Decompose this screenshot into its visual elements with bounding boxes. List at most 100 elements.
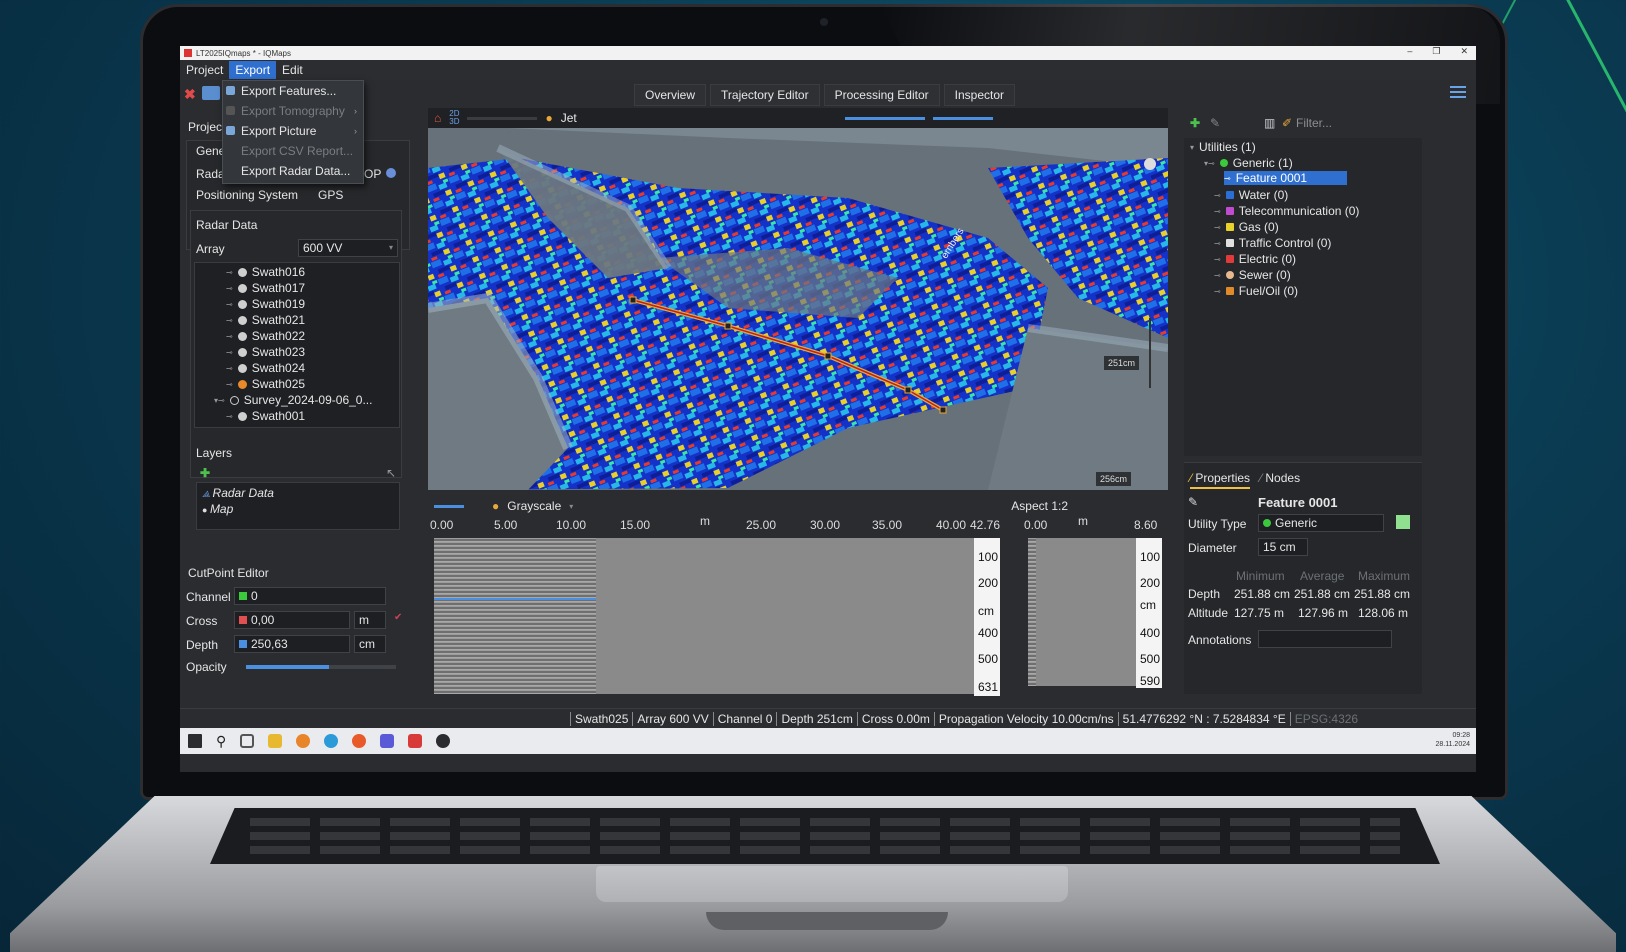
tab-overview[interactable]: Overview xyxy=(634,84,707,106)
status-cross: Cross 0.00m xyxy=(856,711,934,726)
add-utility-icon[interactable]: ✚ xyxy=(1190,116,1200,130)
tree-item-utilities[interactable]: ▾ Utilities (1) xyxy=(1190,140,1256,154)
positioning-label: Positioning System xyxy=(196,188,299,202)
clock[interactable]: 09:28 28.11.2024 xyxy=(1435,731,1470,749)
tree-item-telecommunication[interactable]: ⊸ Telecommunication (0) xyxy=(1214,204,1359,218)
tree-item-swath017[interactable]: ⊸ Swath017 xyxy=(226,281,305,295)
tree-item-swath022[interactable]: ⊸ Swath022 xyxy=(226,329,305,343)
tab-nodes[interactable]: ⁄ Nodes xyxy=(1260,471,1300,489)
maximize-button[interactable]: ❐ xyxy=(1432,46,1440,57)
key-row xyxy=(250,832,1400,840)
zoom-slider[interactable] xyxy=(844,116,925,120)
tree-item-gas[interactable]: ⊸ Gas (0) xyxy=(1214,220,1279,234)
array-select[interactable]: 600 VV ▾ xyxy=(298,239,398,257)
cross-unit-select[interactable]: m xyxy=(354,611,386,629)
tab-trajectory-editor[interactable]: Trajectory Editor xyxy=(710,84,820,106)
layer-item-radar-data[interactable]: ⟁ Radar Data xyxy=(202,486,274,500)
menu-export[interactable]: Export xyxy=(229,61,277,79)
tree-item-sewer[interactable]: ⊸ Sewer (0) xyxy=(1214,268,1291,282)
cutpoint-line[interactable] xyxy=(434,598,596,600)
start-icon[interactable] xyxy=(188,734,202,748)
tab-processing-editor[interactable]: Processing Editor xyxy=(823,84,940,106)
edit-icon[interactable]: ✎ xyxy=(1210,116,1220,130)
tree-item-swath025[interactable]: ⊸ Swath025 xyxy=(226,377,305,391)
view-mode-toggle[interactable]: 2D 3D xyxy=(449,110,459,126)
tree-item-feature-0001[interactable]: ⊸ Feature 0001 xyxy=(1224,171,1348,185)
export-picture-item[interactable]: Export Picture › xyxy=(223,121,363,141)
tree-item-swath021[interactable]: ⊸ Swath021 xyxy=(226,313,305,327)
app-icon[interactable] xyxy=(436,734,451,748)
menu-edit[interactable]: Edit xyxy=(276,61,309,79)
depth-unit-select[interactable]: cm xyxy=(354,635,386,653)
tree-item-electric[interactable]: ⊸ Electric (0) xyxy=(1214,252,1296,266)
colormap-select[interactable]: Jet xyxy=(561,111,577,125)
teams-icon[interactable] xyxy=(380,734,395,748)
tree-item-fuel-oil[interactable]: ⊸ Fuel/Oil (0) xyxy=(1214,284,1298,298)
tree-item-generic[interactable]: ▾⊸ Generic (1) xyxy=(1204,156,1293,170)
firefox-icon[interactable] xyxy=(352,734,367,748)
minimize-button[interactable]: – xyxy=(1407,46,1412,57)
utility-type-select[interactable]: Generic xyxy=(1258,514,1384,532)
diameter-input[interactable]: 15 cm xyxy=(1258,538,1308,556)
tree-item-survey[interactable]: ▾⊸ Survey_2024-09-06_0... xyxy=(214,393,372,407)
project-tab[interactable]: Projec xyxy=(188,120,222,134)
status-depth: Depth 251cm xyxy=(776,711,856,726)
contrast-slider[interactable] xyxy=(434,504,464,508)
check-icon[interactable]: ✔ xyxy=(394,612,402,623)
task-view-icon[interactable] xyxy=(240,734,255,748)
scale-label: 256cm xyxy=(1096,472,1132,486)
iqmaps-icon[interactable] xyxy=(408,734,423,748)
diameter-label: Diameter xyxy=(1188,541,1237,555)
tree-item-swath023[interactable]: ⊸ Swath023 xyxy=(226,345,305,359)
depth-min: 251.88 cm xyxy=(1234,587,1291,601)
opacity-slider[interactable] xyxy=(467,116,538,120)
tree-item-swath019[interactable]: ⊸ Swath019 xyxy=(226,297,305,311)
app-icon xyxy=(184,49,192,57)
annotations-input[interactable] xyxy=(1258,630,1392,648)
depth-max: 251.88 cm xyxy=(1354,587,1411,601)
general-tab[interactable]: Gene xyxy=(196,144,225,158)
map-3d-viewport[interactable]: 251cm 256cm ernbers xyxy=(428,128,1168,490)
tree-item-traffic-control[interactable]: ⊸ Traffic Control (0) xyxy=(1214,236,1331,250)
cross-section-data[interactable] xyxy=(1028,538,1036,686)
tree-item-swath001[interactable]: ⊸ Swath001 xyxy=(226,409,305,423)
add-layer-icon[interactable]: ✚ xyxy=(200,466,210,480)
info-icon[interactable] xyxy=(386,168,396,178)
menu-project[interactable]: Project xyxy=(180,61,229,79)
filter-input[interactable]: Filter... xyxy=(1296,116,1332,130)
home-icon[interactable]: ⌂ xyxy=(434,111,441,125)
app-icon[interactable] xyxy=(296,734,311,748)
hamburger-menu-icon[interactable] xyxy=(1450,86,1466,98)
cross-x-tick: 8.60 xyxy=(1134,518,1158,532)
cross-label: Cross xyxy=(186,614,218,628)
open-folder-icon[interactable] xyxy=(201,86,220,100)
cursor-icon[interactable]: ↖ xyxy=(386,466,396,480)
x-unit: m xyxy=(700,514,710,528)
cross-input[interactable]: 0,00 xyxy=(234,611,350,629)
exaggeration-slider[interactable] xyxy=(932,116,993,120)
key-row xyxy=(250,818,1400,826)
color-swatch[interactable] xyxy=(1396,515,1410,529)
edge-icon[interactable] xyxy=(324,734,339,748)
export-features-item[interactable]: Export Features... xyxy=(223,81,363,101)
tab-properties[interactable]: ⁄ Properties xyxy=(1190,471,1251,489)
app-screen: LT2025IQmaps * - IQMaps – ❐ ✕ Project Ex… xyxy=(180,46,1476,772)
tree-item-swath016[interactable]: ⊸ Swath016 xyxy=(226,265,305,279)
tree-item-water[interactable]: ⊸ Water (0) xyxy=(1214,188,1288,202)
close-project-icon[interactable]: ✖ xyxy=(184,86,196,103)
main-tabs: Overview Trajectory Editor Processing Ed… xyxy=(634,84,1016,106)
close-button[interactable]: ✕ xyxy=(1460,46,1468,57)
export-radar-data-item[interactable]: Export Radar Data... xyxy=(223,161,363,181)
channel-select[interactable]: 0 xyxy=(234,587,386,605)
brush-icon[interactable]: ✐ xyxy=(1282,116,1292,130)
delete-icon[interactable]: ▥ xyxy=(1264,116,1275,130)
search-icon[interactable]: ⚲ xyxy=(216,733,226,750)
radargram-data[interactable] xyxy=(434,538,596,694)
depth-input[interactable]: 250,63 xyxy=(234,635,350,653)
tab-inspector[interactable]: Inspector xyxy=(943,84,1016,106)
file-explorer-icon[interactable] xyxy=(268,734,283,748)
radar-suffix: OP xyxy=(364,167,382,181)
layer-item-map[interactable]: ● Map xyxy=(202,502,233,516)
colormap-select[interactable]: Grayscale xyxy=(507,499,561,513)
tree-item-swath024[interactable]: ⊸ Swath024 xyxy=(226,361,305,375)
